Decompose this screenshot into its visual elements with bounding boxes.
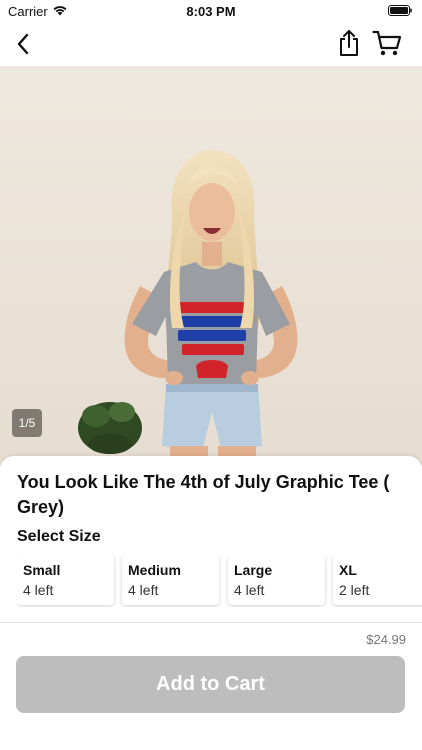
size-name: Medium xyxy=(128,562,181,578)
size-name: Small xyxy=(23,562,61,578)
size-name: Large xyxy=(234,562,273,578)
size-stock: 4 left xyxy=(128,582,159,598)
size-stock: 4 left xyxy=(234,582,265,598)
cart-icon xyxy=(372,30,402,56)
size-stock: 2 left xyxy=(339,582,370,598)
image-counter: 1/5 xyxy=(12,409,42,437)
size-option-medium[interactable]: Medium 4 left xyxy=(122,555,219,605)
product-photo xyxy=(0,66,422,466)
back-button[interactable] xyxy=(8,28,38,60)
navigation-bar xyxy=(0,22,422,66)
cart-button[interactable] xyxy=(370,26,404,60)
add-to-cart-button[interactable]: Add to Cart xyxy=(16,656,405,713)
select-size-heading: Select Size xyxy=(17,528,101,545)
product-price: $24.99 xyxy=(366,632,406,647)
share-icon xyxy=(340,30,358,56)
size-option-small[interactable]: Small 4 left xyxy=(17,555,114,605)
clock: 8:03 PM xyxy=(186,4,236,19)
size-option-large[interactable]: Large 4 left xyxy=(228,555,325,605)
divider xyxy=(0,622,422,623)
size-option-xl[interactable]: XL 2 left xyxy=(333,555,422,605)
battery-icon xyxy=(388,5,412,16)
size-options: Small 4 left Medium 4 left Large 4 left … xyxy=(17,555,422,607)
share-button[interactable] xyxy=(334,26,364,60)
product-detail-sheet: You Look Like The 4th of July Graphic Te… xyxy=(0,456,422,750)
size-stock: 4 left xyxy=(23,582,54,598)
chevron-left-icon xyxy=(17,33,29,55)
size-name: XL xyxy=(339,562,357,578)
product-image-gallery[interactable] xyxy=(0,66,422,466)
product-title: You Look Like The 4th of July Graphic Te… xyxy=(17,472,390,517)
status-bar: Carrier 8:03 PM xyxy=(0,0,422,22)
